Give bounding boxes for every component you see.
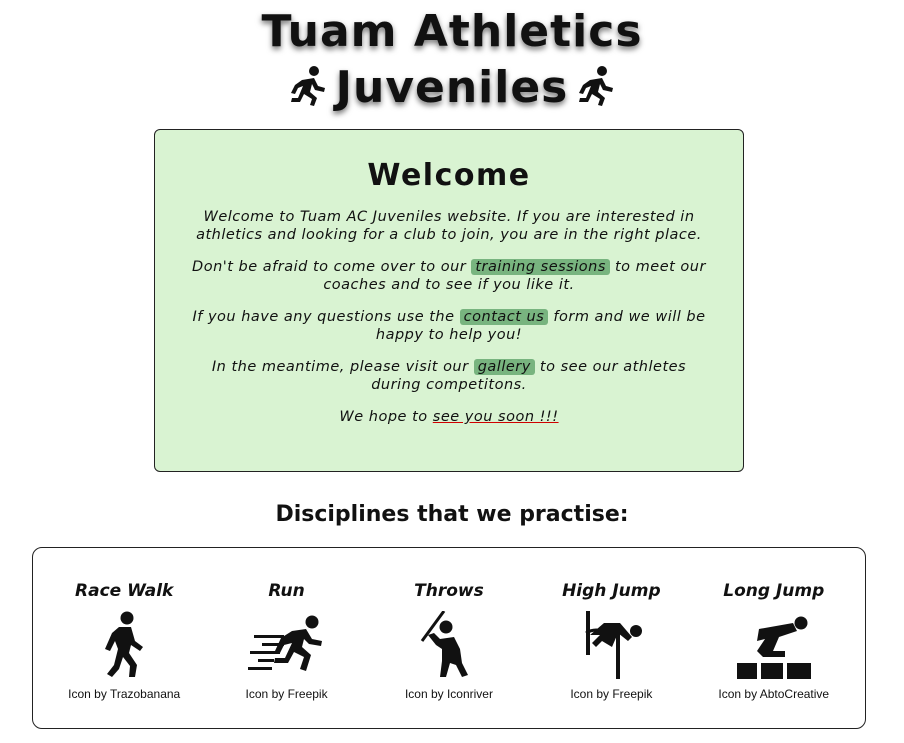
welcome-section: Welcome Welcome to Tuam AC Juveniles web… [154, 129, 744, 472]
discipline-name: Long Jump [723, 581, 825, 601]
welcome-paragraph-4: In the meantime, please visit our galler… [185, 359, 713, 394]
discipline-run: Run Icon by Freepik [212, 548, 362, 728]
welcome-paragraph-5: We hope to see you soon !!! [185, 409, 713, 427]
site-title: Tuam Athletics Juveniles [0, 4, 904, 116]
discipline-long-jump: Long Jump Icon by AbtoCreative [699, 548, 849, 728]
welcome-text: In the meantime, please visit our [211, 359, 474, 375]
icon-credit: Icon by Freepik [570, 687, 653, 701]
long-jump-icon [736, 616, 811, 679]
site-title-juveniles: Juveniles [335, 62, 569, 113]
high-jump-icon [585, 611, 643, 679]
gallery-link[interactable]: gallery [473, 359, 535, 375]
discipline-name: Throws [414, 581, 484, 601]
discipline-race-walk: Race Walk Icon by Trazobanana [49, 548, 199, 728]
welcome-heading: Welcome [367, 158, 531, 193]
contact-us-link[interactable]: contact us [459, 309, 549, 325]
discipline-name: Run [268, 581, 305, 601]
disciplines-heading: Disciplines that we practise: [275, 502, 629, 527]
disciplines-panel: Race Walk Icon by Trazobanana Run Icon b… [32, 547, 866, 729]
site-title-line1: Tuam Athletics [261, 6, 643, 57]
run-icon [247, 615, 322, 671]
welcome-paragraph-3: If you have any questions use the contac… [185, 309, 713, 344]
icon-credit: Icon by Trazobanana [68, 687, 181, 701]
throws-icon [420, 611, 468, 677]
welcome-paragraph-2: Don't be afraid to come over to our trai… [185, 259, 713, 294]
discipline-throws: Throws Icon by Iconriver [374, 548, 524, 728]
icon-credit: Icon by Iconriver [404, 687, 493, 701]
runner-icon [290, 66, 325, 106]
welcome-text: If you have any questions use the [192, 309, 460, 325]
race-walk-icon [105, 611, 144, 677]
discipline-name: High Jump [562, 581, 661, 601]
welcome-paragraph-1: Welcome to Tuam AC Juveniles website. If… [196, 209, 702, 243]
welcome-text: Don't be afraid to come over to our [192, 259, 472, 275]
discipline-high-jump: High Jump Icon by Freepik [536, 548, 686, 728]
discipline-name: Race Walk [75, 581, 174, 601]
runner-icon [579, 66, 614, 106]
icon-credit: Icon by AbtoCreative [718, 687, 830, 701]
icon-credit: Icon by Freepik [245, 687, 328, 701]
site-title-line2: Juveniles [0, 60, 904, 116]
see-you-soon-link[interactable]: see you soon !!! [433, 409, 559, 425]
training-sessions-link[interactable]: training sessions [471, 259, 610, 275]
welcome-text: We hope to [339, 409, 433, 425]
